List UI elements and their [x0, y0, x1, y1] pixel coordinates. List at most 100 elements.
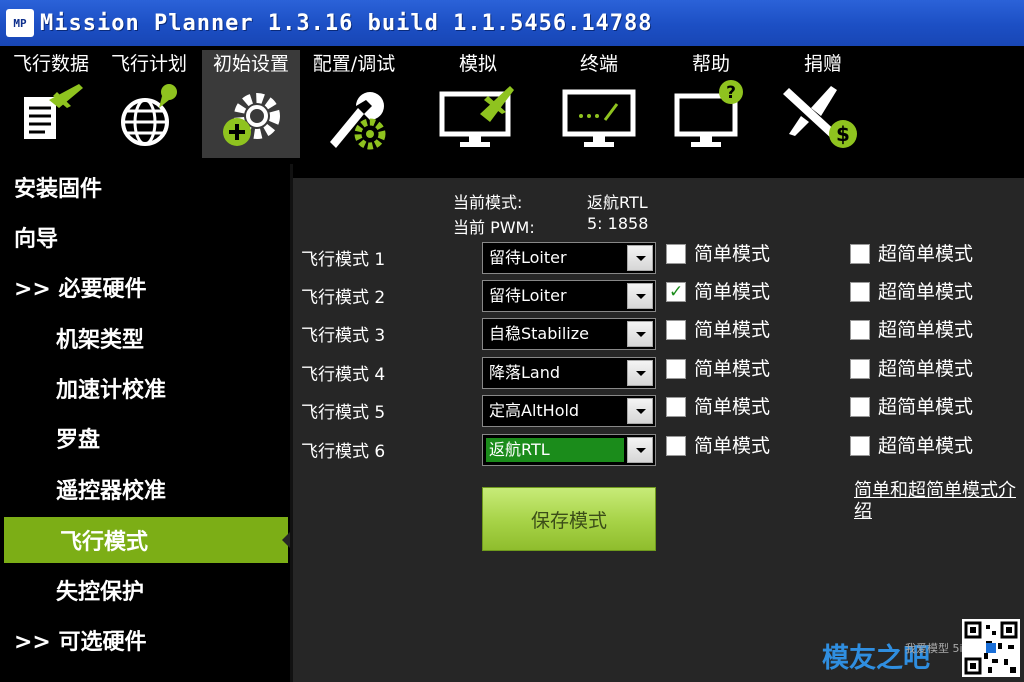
- flight-mode-5-select[interactable]: 定高AltHold: [482, 395, 656, 427]
- chevron-down-icon[interactable]: [627, 245, 653, 271]
- menu-flight-plan[interactable]: 飞行计划: [104, 50, 194, 158]
- flight-plan-icon: [121, 84, 177, 146]
- flight-mode-3-label: 飞行模式 3: [301, 326, 386, 346]
- flight-data-icon: [22, 84, 83, 141]
- nav-label: 失控保护: [56, 580, 145, 605]
- flight-mode-3-select[interactable]: 自稳Stabilize: [482, 318, 656, 350]
- initial-setup-icon: [223, 93, 280, 146]
- nav-label: >> 必要硬件: [14, 277, 147, 302]
- select-value: 自稳Stabilize: [489, 324, 589, 343]
- chevron-down-icon[interactable]: [627, 398, 653, 424]
- flight-mode-6-label: 飞行模式 6: [301, 442, 386, 462]
- nav-wizard[interactable]: 向导: [0, 214, 292, 260]
- svg-text:?: ?: [726, 83, 736, 103]
- nav-flight-modes[interactable]: 飞行模式: [4, 517, 292, 563]
- check-icon: ✓: [669, 282, 684, 302]
- menu-simulation[interactable]: 模拟: [428, 50, 528, 158]
- simple-mode-1-checkbox[interactable]: [666, 244, 686, 264]
- super-simple-mode-1-checkbox[interactable]: [850, 244, 870, 264]
- super-simple-mode-6-checkbox[interactable]: [850, 436, 870, 456]
- title-bar: MP Mission Planner 1.3.16 build 1.1.5456…: [0, 0, 1024, 46]
- simple-mode-label: 简单模式: [694, 358, 771, 380]
- nav-failsafe[interactable]: 失控保护: [0, 567, 292, 613]
- simple-mode-4-checkbox[interactable]: [666, 359, 686, 379]
- menu-config-tuning[interactable]: 配置/调试: [306, 50, 402, 158]
- nav-label: 遥控器校准: [56, 479, 167, 504]
- simple-mode-3-checkbox[interactable]: [666, 320, 686, 340]
- super-simple-mode-4-checkbox[interactable]: [850, 359, 870, 379]
- setup-sidebar: 安装固件 向导 >> 必要硬件 机架类型 加速计校准 罗盘 遥控器校准 飞行模式…: [0, 164, 292, 682]
- flight-mode-2-label: 飞行模式 2: [301, 288, 386, 308]
- help-icon: ?: [674, 80, 743, 147]
- menu-label: 初始设置: [212, 53, 289, 75]
- nav-label: 安装固件: [14, 177, 103, 202]
- nav-accel-calibration[interactable]: 加速计校准: [0, 365, 292, 411]
- nav-frame-type[interactable]: 机架类型: [0, 315, 292, 361]
- menu-flight-data[interactable]: 飞行数据: [6, 50, 96, 158]
- nav-optional-hardware[interactable]: >> 可选硬件: [0, 617, 292, 663]
- flight-mode-6-select[interactable]: 返航RTL: [482, 434, 656, 466]
- nav-install-firmware[interactable]: 安装固件: [0, 164, 292, 210]
- super-simple-mode-5-checkbox[interactable]: [850, 397, 870, 417]
- donate-icon: $: [783, 86, 857, 148]
- nav-mandatory-hardware[interactable]: >> 必要硬件: [0, 264, 292, 310]
- simple-mode-label: 简单模式: [694, 281, 771, 303]
- super-simple-mode-3-checkbox[interactable]: [850, 320, 870, 340]
- flight-modes-panel: 当前模式: 返航RTL 当前 PWM: 5: 1858 飞行模式 1 留待Loi…: [293, 164, 1024, 682]
- nav-radio-calibration[interactable]: 遥控器校准: [0, 466, 292, 512]
- super-simple-mode-label: 超简单模式: [878, 243, 974, 265]
- select-value: 留待Loiter: [489, 286, 567, 305]
- chevron-down-icon[interactable]: [627, 437, 653, 463]
- super-simple-mode-label: 超简单模式: [878, 358, 974, 380]
- save-modes-button[interactable]: 保存模式: [482, 487, 656, 551]
- main-menu-bar: 飞行数据 飞行计划 初始设置 配置/调试 模拟 终端 帮助 ? 捐赠 $: [0, 46, 1024, 164]
- chevron-down-icon[interactable]: [627, 321, 653, 347]
- menu-initial-setup[interactable]: 初始设置: [202, 50, 300, 158]
- nav-compass[interactable]: 罗盘: [0, 415, 292, 461]
- current-mode-value: 返航RTL: [587, 193, 648, 212]
- flight-mode-1-label: 飞行模式 1: [301, 250, 386, 270]
- current-mode-label: 当前模式:: [453, 193, 523, 212]
- nav-label: 向导: [14, 227, 59, 252]
- menu-donate[interactable]: 捐赠 $: [778, 50, 868, 158]
- menu-label: 飞行计划: [110, 53, 187, 75]
- simple-mode-label: 简单模式: [694, 319, 771, 341]
- simple-mode-2-checkbox[interactable]: ✓: [666, 282, 686, 302]
- super-simple-mode-label: 超简单模式: [878, 319, 974, 341]
- svg-text:$: $: [836, 122, 850, 146]
- simple-mode-label: 简单模式: [694, 435, 771, 457]
- menu-label: 模拟: [458, 53, 497, 75]
- menu-label: 捐赠: [803, 53, 842, 75]
- menu-label: 飞行数据: [12, 53, 89, 75]
- flight-mode-5-label: 飞行模式 5: [301, 403, 386, 423]
- chevron-down-icon[interactable]: [627, 283, 653, 309]
- flight-mode-4-select[interactable]: 降落Land: [482, 357, 656, 389]
- terminal-icon: [562, 89, 636, 147]
- simple-modes-help-link[interactable]: 简单和超简单模式介绍: [854, 480, 1024, 522]
- menu-label: 终端: [579, 53, 618, 75]
- super-simple-mode-label: 超简单模式: [878, 281, 974, 303]
- simple-mode-5-checkbox[interactable]: [666, 397, 686, 417]
- menu-terminal[interactable]: 终端: [556, 50, 642, 158]
- nav-label: 飞行模式: [60, 530, 149, 555]
- flight-mode-4-label: 飞行模式 4: [301, 365, 386, 385]
- select-value: 留待Loiter: [489, 248, 567, 267]
- flight-mode-1-select[interactable]: 留待Loiter: [482, 242, 656, 274]
- nav-label: >> 可选硬件: [14, 630, 147, 655]
- menu-help[interactable]: 帮助 ?: [668, 50, 754, 158]
- nav-label: 加速计校准: [56, 378, 167, 403]
- menu-label: 配置/调试: [312, 53, 396, 75]
- current-pwm-value: 5: 1858: [587, 214, 649, 233]
- super-simple-mode-2-checkbox[interactable]: [850, 282, 870, 302]
- simple-mode-label: 简单模式: [694, 396, 771, 418]
- chevron-down-icon[interactable]: [627, 360, 653, 386]
- nav-label: 罗盘: [56, 428, 101, 453]
- super-simple-mode-label: 超简单模式: [878, 396, 974, 418]
- simple-mode-label: 简单模式: [694, 243, 771, 265]
- menu-label: 帮助: [691, 53, 730, 75]
- window-title: Mission Planner 1.3.16 build 1.1.5456.14…: [40, 10, 653, 36]
- current-pwm-label: 当前 PWM:: [453, 218, 535, 237]
- simple-mode-6-checkbox[interactable]: [666, 436, 686, 456]
- flight-mode-2-select[interactable]: 留待Loiter: [482, 280, 656, 312]
- config-tuning-icon: [330, 92, 386, 150]
